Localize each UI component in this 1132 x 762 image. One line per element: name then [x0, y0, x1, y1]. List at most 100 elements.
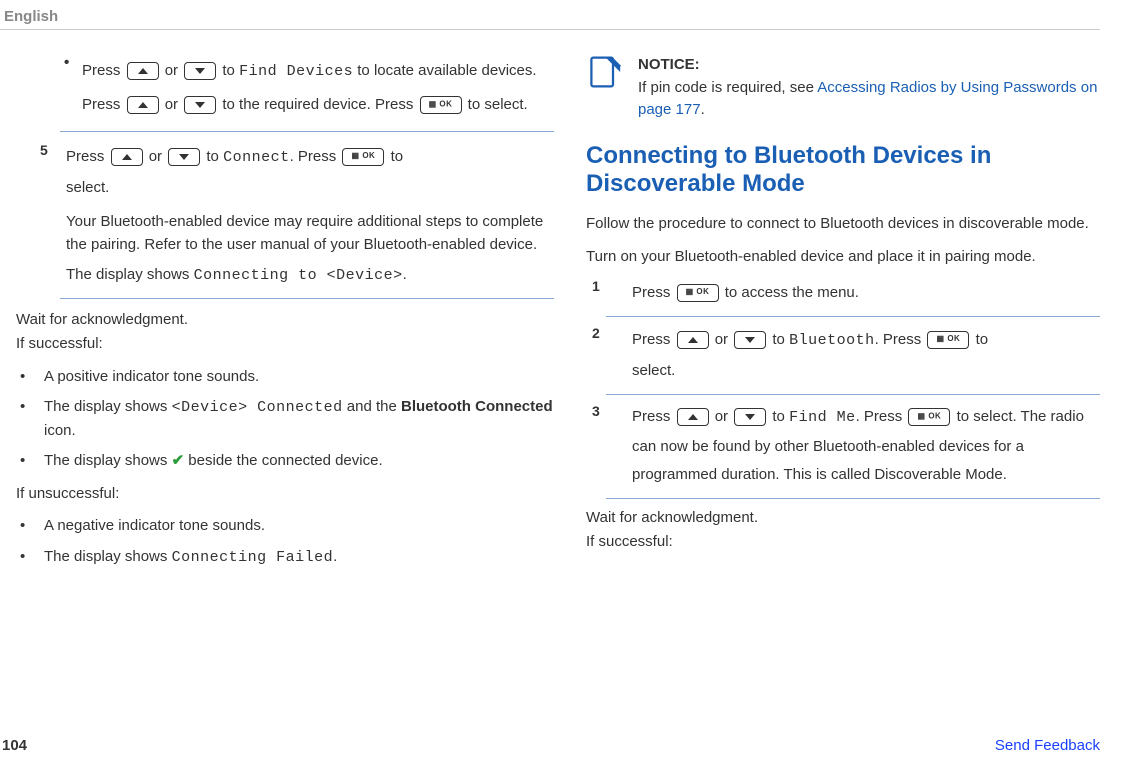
text: The display shows: [44, 398, 172, 415]
ok-button-icon: [420, 96, 462, 114]
lcd-text: Find Me: [789, 409, 856, 426]
text: Press: [632, 331, 670, 348]
lcd-text: <Device> Connected: [172, 399, 343, 416]
lcd-text: Bluetooth: [789, 332, 875, 349]
step-1: 1 Press to access the menu.: [586, 278, 1100, 308]
step-5: 5 Press or to Connect. Press to select. …: [40, 142, 554, 288]
text: to: [976, 331, 989, 348]
text: Wait for acknowledgment.: [16, 309, 554, 332]
text: The display shows: [44, 452, 172, 469]
notice-icon: [586, 54, 622, 90]
text: Follow the procedure to connect to Bluet…: [586, 213, 1100, 236]
right-column: NOTICE: If pin code is required, see Acc…: [586, 54, 1100, 579]
text: If pin code is required, see: [638, 79, 817, 96]
down-arrow-icon: [734, 331, 766, 349]
text: or: [715, 408, 728, 425]
step-number: 2: [592, 325, 600, 341]
down-arrow-icon: [734, 408, 766, 426]
text: Press: [632, 408, 670, 425]
down-arrow-icon: [168, 148, 200, 166]
text: .: [333, 548, 337, 565]
text: Press: [82, 62, 120, 79]
text: to: [957, 408, 970, 425]
footer: 104 Send Feedback: [0, 737, 1100, 754]
section-heading: Connecting to Bluetooth Devices in Disco…: [586, 142, 1100, 200]
fail-list: A negative indicator tone sounds. The di…: [16, 515, 554, 569]
text: If unsuccessful:: [16, 483, 554, 506]
text: beside the connected device.: [184, 452, 382, 469]
divider: [606, 316, 1100, 317]
text: Wait for acknowledgment.: [586, 507, 1100, 530]
text: .: [403, 266, 407, 283]
text: If successful:: [586, 531, 1100, 554]
text: .: [701, 101, 705, 118]
divider: [606, 394, 1100, 395]
up-arrow-icon: [127, 62, 159, 80]
list-item: The display shows Connecting Failed.: [16, 546, 554, 570]
text: to: [391, 148, 404, 165]
text: Your Bluetooth-enabled device may requir…: [66, 211, 554, 256]
lcd-text: Find Devices: [239, 63, 353, 80]
text: to access the menu.: [725, 284, 859, 301]
list-item: The display shows ✔ beside the connected…: [16, 450, 554, 473]
text: icon.: [44, 422, 76, 439]
text: required device. Press: [264, 96, 413, 113]
list-item: A positive indicator tone sounds.: [16, 366, 554, 389]
text: . Press: [856, 408, 903, 425]
up-arrow-icon: [127, 96, 159, 114]
list-item: The display shows <Device> Connected and…: [16, 396, 554, 442]
text: The display shows: [66, 266, 194, 283]
step-3: 3 Press or to Find Me. Press to select. …: [586, 403, 1100, 490]
ok-button-icon: [908, 408, 950, 426]
down-arrow-icon: [184, 96, 216, 114]
lcd-text: Connecting Failed: [172, 549, 334, 566]
text: and the: [343, 398, 401, 415]
text: Turn on your Bluetooth-enabled device an…: [586, 246, 1100, 269]
text: select.: [632, 362, 675, 379]
up-arrow-icon: [677, 331, 709, 349]
text: to: [772, 331, 785, 348]
lcd-text: Connect: [223, 149, 290, 166]
step-number: 3: [592, 403, 600, 419]
text: to the: [222, 96, 260, 113]
lcd-text: Connecting to <Device>: [194, 267, 403, 284]
text: . Press: [290, 148, 337, 165]
text: to select.: [468, 96, 528, 113]
ok-button-icon: [342, 148, 384, 166]
up-arrow-icon: [677, 408, 709, 426]
text: select.: [66, 179, 109, 196]
step-continued-bullet: • Press or to Find Devices to locate ava…: [40, 54, 554, 121]
text: or: [165, 96, 178, 113]
text: or: [715, 331, 728, 348]
success-list: A positive indicator tone sounds. The di…: [16, 366, 554, 473]
divider: [60, 298, 554, 299]
divider: [606, 498, 1100, 499]
text: to: [772, 408, 785, 425]
bold-text: Bluetooth Connected: [401, 398, 553, 415]
notice-label: NOTICE:: [638, 56, 700, 73]
notice-box: NOTICE: If pin code is required, see Acc…: [586, 54, 1100, 122]
divider: [60, 131, 554, 132]
left-column: • Press or to Find Devices to locate ava…: [40, 54, 554, 579]
text: Press: [66, 148, 104, 165]
ok-button-icon: [677, 284, 719, 302]
page-number: 104: [0, 737, 27, 754]
text: The display shows: [44, 548, 172, 565]
text: or: [149, 148, 162, 165]
text: to: [206, 148, 219, 165]
text: Press: [632, 284, 670, 301]
send-feedback-link[interactable]: Send Feedback: [995, 737, 1100, 754]
step-number: 1: [592, 278, 600, 294]
ok-button-icon: [927, 331, 969, 349]
up-arrow-icon: [111, 148, 143, 166]
checkmark-icon: ✔: [172, 452, 185, 469]
bullet: •: [64, 54, 82, 121]
step-number: 5: [40, 142, 48, 158]
text: If successful:: [16, 333, 554, 356]
text: to locate: [357, 62, 414, 79]
language-header: English: [0, 8, 1100, 30]
step-2: 2 Press or to Bluetooth. Press to select…: [586, 325, 1100, 386]
down-arrow-icon: [184, 62, 216, 80]
text: to: [222, 62, 235, 79]
text: . Press: [875, 331, 922, 348]
